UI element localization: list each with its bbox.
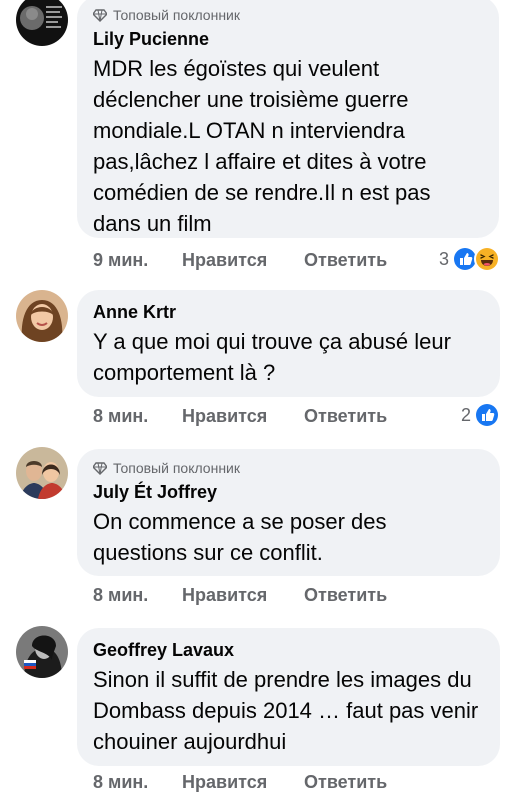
avatar[interactable] xyxy=(16,447,68,499)
like-icon xyxy=(474,402,500,428)
comment-text: Y a que moi qui trouve ça abusé leur com… xyxy=(93,329,451,385)
avatar[interactable] xyxy=(16,0,68,46)
comment-actions: 8 мин. Нравится Ответить xyxy=(93,582,387,608)
haha-icon xyxy=(474,246,500,272)
like-button[interactable]: Нравится xyxy=(182,772,304,793)
reaction-summary[interactable]: 2 xyxy=(461,402,500,428)
badge-label: Топовый поклонник xyxy=(113,7,240,23)
badge-label: Топовый поклонник xyxy=(113,460,240,476)
comment-bubble: Geoffrey Lavaux Sinon il suffit de prend… xyxy=(77,628,500,766)
comment-actions: 8 мин. Нравится Ответить xyxy=(93,403,387,429)
author-name[interactable]: Anne Krtr xyxy=(93,300,484,324)
comment-bubble: Anne Krtr Y a que moi qui trouve ça abus… xyxy=(77,290,500,397)
comment-bubble: Топовый поклонник Lily Pucienne MDR les … xyxy=(77,0,499,238)
comment-actions: 8 мин. Нравится Ответить xyxy=(93,769,387,795)
author-name[interactable]: July Ét Joffrey xyxy=(93,480,484,504)
timestamp-link[interactable]: 8 мин. xyxy=(93,406,182,427)
author-name[interactable]: Lily Pucienne xyxy=(93,27,483,51)
comment-text: Sinon il suffit de prendre les images du… xyxy=(93,667,479,754)
reply-button[interactable]: Ответить xyxy=(304,585,387,606)
diamond-icon xyxy=(93,462,107,475)
avatar[interactable] xyxy=(16,626,68,678)
reply-button[interactable]: Ответить xyxy=(304,772,387,793)
comment-text: On commence a se poser des questions sur… xyxy=(93,509,387,565)
like-button[interactable]: Нравится xyxy=(182,406,304,427)
timestamp-link[interactable]: 8 мин. xyxy=(93,772,182,793)
timestamp-link[interactable]: 9 мин. xyxy=(93,250,182,271)
comment-bubble: Топовый поклонник July Ét Joffrey On com… xyxy=(77,449,500,576)
like-button[interactable]: Нравится xyxy=(182,250,304,271)
reply-button[interactable]: Ответить xyxy=(304,250,387,271)
comment-text: MDR les égoïstes qui veulent déclencher … xyxy=(93,56,431,236)
top-fan-badge: Топовый поклонник xyxy=(93,6,483,24)
reply-button[interactable]: Ответить xyxy=(304,406,387,427)
reaction-count: 3 xyxy=(438,248,449,269)
comment-actions: 9 мин. Нравится Ответить xyxy=(93,247,387,273)
diamond-icon xyxy=(93,9,107,22)
reaction-summary[interactable]: 3 xyxy=(439,246,500,272)
author-name[interactable]: Geoffrey Lavaux xyxy=(93,638,484,662)
like-button[interactable]: Нравится xyxy=(182,585,304,606)
avatar[interactable] xyxy=(16,290,68,342)
reaction-count: 2 xyxy=(460,404,471,425)
top-fan-badge: Топовый поклонник xyxy=(93,459,484,477)
timestamp-link[interactable]: 8 мин. xyxy=(93,585,182,606)
